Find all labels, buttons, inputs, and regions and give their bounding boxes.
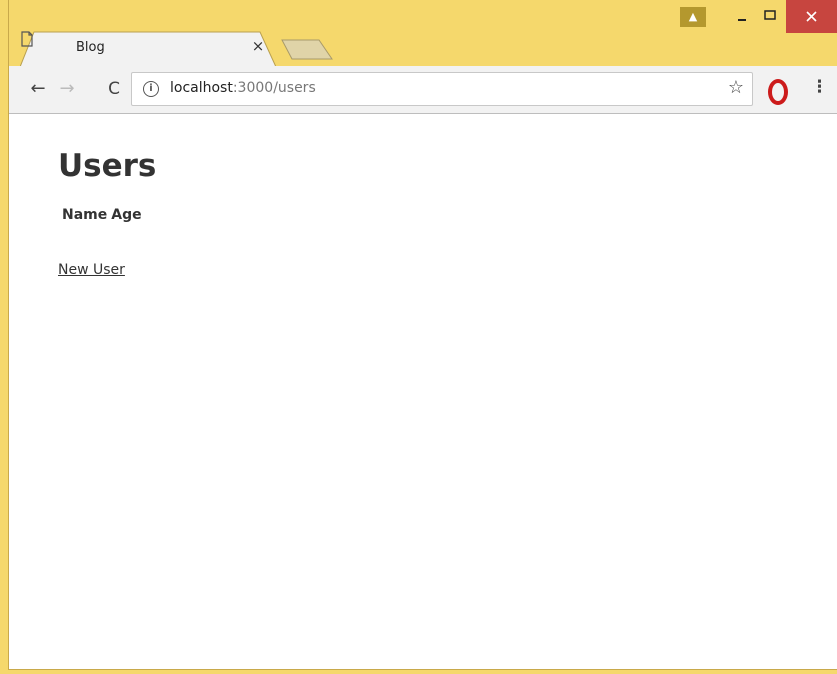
page-title: Users: [58, 148, 157, 184]
url-host: localhost: [170, 80, 233, 96]
tab-close-icon[interactable]: ×: [249, 37, 267, 55]
url-text[interactable]: localhost:3000/users: [170, 80, 316, 96]
close-icon: [806, 11, 817, 22]
profile-icon[interactable]: ▲: [680, 7, 706, 27]
page-content: Users Name Age New User: [9, 114, 837, 669]
page-icon: [21, 31, 33, 47]
url-path: :3000/users: [232, 80, 316, 96]
maximize-icon: [764, 10, 776, 20]
close-window-button[interactable]: [786, 0, 837, 33]
new-user-link[interactable]: New User: [58, 262, 125, 278]
back-arrow-icon[interactable]: ←: [27, 78, 49, 100]
forward-arrow-icon[interactable]: →: [56, 78, 78, 100]
browser-toolbar: ← → C i localhost:3000/users ☆ ⋮: [9, 66, 837, 114]
address-bar[interactable]: i localhost:3000/users ☆: [131, 72, 753, 106]
reload-icon[interactable]: C: [103, 78, 125, 100]
tab-blog[interactable]: Blog ×: [20, 31, 276, 67]
tab-shape: [20, 31, 276, 67]
users-table: Name Age: [60, 207, 144, 223]
opera-icon[interactable]: [768, 79, 788, 105]
column-header-age: Age: [111, 207, 142, 223]
star-icon[interactable]: ☆: [728, 77, 744, 98]
tab-title: Blog: [76, 40, 105, 55]
browser-window: Blog × ▲ ← → C i localhost:3000/users ☆ …: [0, 0, 837, 674]
minimize-button[interactable]: [727, 6, 757, 26]
column-header-name: Name: [62, 207, 108, 223]
maximize-button[interactable]: [755, 6, 785, 26]
table-header-row: Name Age: [60, 207, 144, 223]
info-icon[interactable]: i: [143, 81, 159, 97]
new-tab-button[interactable]: [281, 38, 333, 60]
minimize-icon: [738, 19, 746, 21]
menu-icon[interactable]: ⋮: [811, 77, 828, 97]
